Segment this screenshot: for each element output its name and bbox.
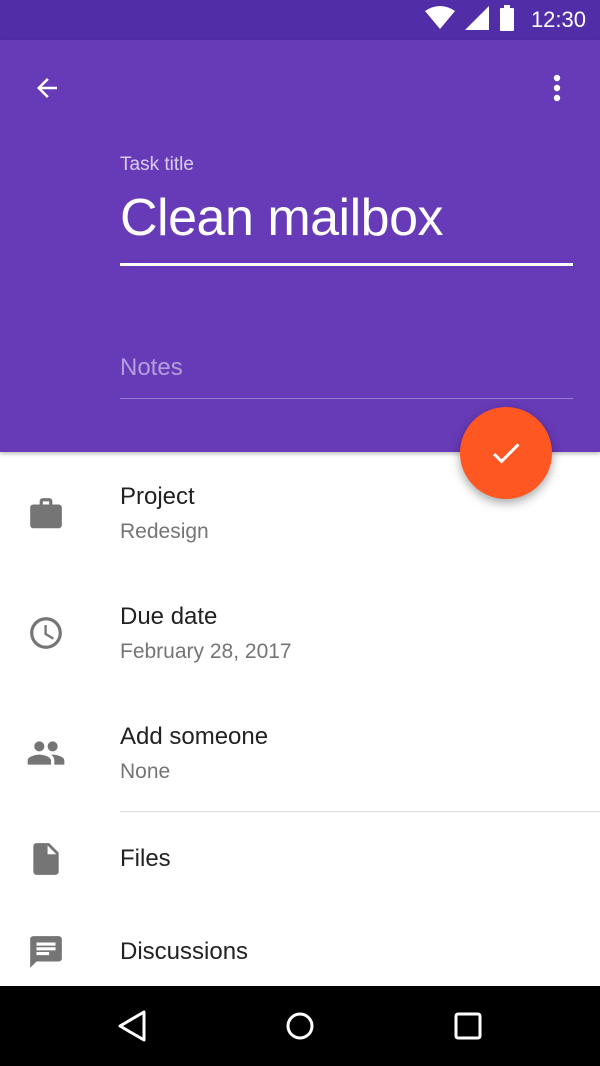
home-nav-icon [286,1012,314,1040]
section-divider [120,811,600,812]
back-button[interactable] [22,68,72,108]
arrow-back-icon [37,78,57,98]
nav-back-button[interactable] [103,1001,163,1051]
status-icons: 12:30 [424,0,586,40]
system-nav-bar [0,986,600,1066]
chat-icon [26,932,66,972]
nav-home-button[interactable] [270,1001,330,1051]
status-time: 12:30 [530,7,586,32]
file-icon [26,839,66,879]
notes-input[interactable]: Notes [120,354,183,382]
project-row[interactable]: Project Redesign [0,470,600,580]
add-someone-value: None [120,760,171,783]
task-title-underline [120,263,573,266]
project-value: Redesign [120,520,209,543]
discussions-row[interactable]: Discussions [0,920,600,986]
discussions-title: Discussions [120,938,249,965]
clock-icon [26,613,66,653]
people-icon [26,733,66,773]
battery-icon [499,4,515,36]
wifi-icon [424,5,455,35]
project-title: Project [120,483,195,510]
nav-recents-button[interactable] [438,1001,498,1051]
notes-underline [120,398,573,399]
due-date-title: Due date [120,603,218,630]
more-vert-icon [553,74,561,102]
overflow-menu-button[interactable] [534,68,580,108]
recents-nav-icon [454,1012,482,1040]
status-bar: 12:30 [0,0,600,40]
files-title: Files [120,845,171,872]
files-row[interactable]: Files [0,825,600,895]
add-someone-row[interactable]: Add someone None [0,710,600,810]
signal-icon [464,5,489,35]
task-header: Task title Clean mailbox Notes [0,40,600,452]
due-date-value: February 28, 2017 [120,640,292,663]
due-date-row[interactable]: Due date February 28, 2017 [0,590,600,700]
back-nav-icon [118,1010,146,1042]
add-someone-title: Add someone [120,723,269,750]
task-title-input[interactable]: Clean mailbox [120,186,572,250]
briefcase-icon [26,494,66,534]
check-icon [493,443,520,464]
task-title-label: Task title [120,154,194,175]
